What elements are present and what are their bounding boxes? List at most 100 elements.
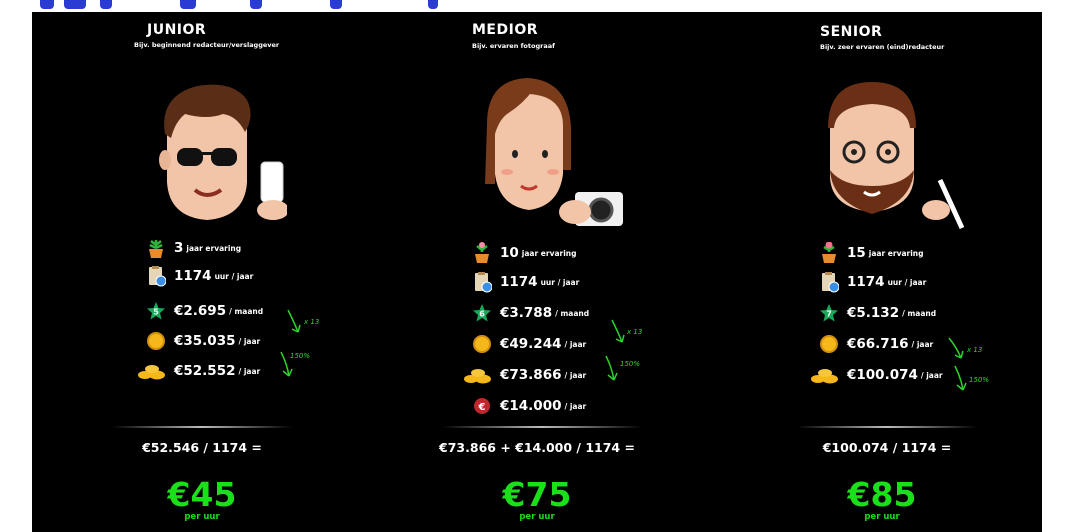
plant-icon [144,237,168,259]
column-title: MEDIOR [472,22,539,38]
column-medior: MEDIOR Bijv. ervaren fotograaf 10 jaar e… [362,12,707,532]
hourly-rate: €45 [167,475,237,514]
experience-value: 10 [500,245,519,261]
arrow-icon [605,355,618,381]
hours-value: 1174 [174,268,212,284]
header-fragment [180,0,196,9]
yearly-total-unit: / jaar [920,370,943,380]
star-badge-icon: 5 [144,300,168,322]
yearly-total-unit: / jaar [564,370,587,380]
rate-formula: €52.546 / 1174 = [142,440,262,455]
medior-avatar-illustration [485,78,623,226]
column-subtitle: Bijv. ervaren fotograaf [472,42,555,50]
clipboard-clock-icon [817,271,841,293]
monthly-unit: / maand [902,308,937,318]
hours-value: 1174 [500,274,538,290]
plant-icon [470,242,494,264]
euro-badge-icon: € [470,395,494,417]
coin-icon [817,333,841,355]
hours-row: 1174 uur / jaar [144,265,253,287]
yearly-row: €49.244 / jaar [470,333,586,355]
svg-text:5: 5 [153,308,159,317]
hourly-rate: €85 [847,475,917,514]
experience-row: 10 jaar ervaring [470,242,577,264]
yearly-salary: €35.035 [174,333,236,349]
yearly-salary: €49.244 [500,336,562,352]
percentage-note: 150% [969,376,990,384]
yearly-total: €100.074 [847,367,918,383]
coin-stack-icon [136,360,168,382]
hours-row: 1174 uur / jaar [817,271,926,293]
yearly-total: €52.552 [174,363,236,379]
hours-unit: uur / jaar [887,277,927,287]
header-fragment [250,0,262,9]
svg-text:€: € [478,402,486,413]
yearly-unit: / jaar [238,336,261,346]
star-badge-icon: 7 [817,302,841,324]
monthly-row: 6 €3.788 / maand [470,302,589,324]
svg-text:6: 6 [479,310,485,319]
junior-avatar-illustration [159,84,287,220]
header-fragment [40,0,54,9]
infographic-panel: JUNIOR Bijv. beginnend redacteur/verslag… [32,12,1042,532]
monthly-unit: / maand [229,306,264,316]
monthly-unit: / maand [555,308,590,318]
yearly-total-row: €73.866 / jaar [462,364,586,386]
hourly-rate-unit: per uur [864,512,900,522]
yearly-total-row: €100.074 / jaar [809,364,943,386]
monthly-salary: €2.695 [174,303,227,319]
coin-icon [144,330,168,352]
multiplier-note: x 13 [304,318,320,326]
monthly-salary: €5.132 [847,305,900,321]
hourly-rate: €75 [502,475,572,514]
clipboard-clock-icon [144,265,168,287]
yearly-total-row: €52.552 / jaar [136,360,260,382]
column-title: SENIOR [820,24,883,40]
multiplier-note: x 13 [627,328,643,336]
yearly-row: €35.035 / jaar [144,330,260,352]
coin-stack-icon [462,364,494,386]
header-fragment [100,0,112,9]
yearly-row: €66.716 / jaar [817,333,933,355]
column-senior: SENIOR Bijv. zeer ervaren (eind)redacteu… [707,12,1042,532]
clipboard-clock-icon [470,271,494,293]
hours-value: 1174 [847,274,885,290]
star-badge-icon: 6 [470,302,494,324]
divider [112,426,292,428]
header-fragment [428,0,438,9]
percentage-note: 150% [620,360,641,368]
yearly-salary: €66.716 [847,336,909,352]
rate-formula: €73.866 + €14.000 / 1174 = [439,440,635,455]
divider [442,426,642,428]
column-junior: JUNIOR Bijv. beginnend redacteur/verslag… [32,12,362,532]
hours-unit: uur / jaar [214,271,254,281]
yearly-unit: / jaar [911,339,934,349]
hourly-rate-unit: per uur [519,512,555,522]
divider [797,426,977,428]
column-title: JUNIOR [147,22,207,38]
header-strip [0,0,1069,12]
extra-row: € €14.000 / jaar [470,395,586,417]
extra-unit: / jaar [564,401,587,411]
column-subtitle: Bijv. zeer ervaren (eind)redacteur [820,43,945,51]
senior-avatar-illustration [828,82,965,230]
percentage-note: 150% [290,352,311,360]
yearly-total-unit: / jaar [238,366,261,376]
svg-text:7: 7 [826,310,832,319]
experience-value: 15 [847,245,866,261]
hours-unit: uur / jaar [540,277,580,287]
monthly-row: 7 €5.132 / maand [817,302,936,324]
yearly-total: €73.866 [500,367,562,383]
experience-value: 3 [174,240,184,256]
header-fragment [64,0,86,9]
experience-row: 15 jaar ervaring [817,242,924,264]
rate-formula: €100.074 / 1174 = [822,440,952,455]
coin-icon [470,333,494,355]
yearly-unit: / jaar [564,339,587,349]
experience-unit: jaar ervaring [186,243,242,253]
extra-amount: €14.000 [500,398,562,414]
monthly-salary: €3.788 [500,305,553,321]
column-subtitle: Bijv. beginnend redacteur/verslaggever [134,41,280,49]
plant-icon [817,242,841,264]
experience-unit: jaar ervaring [521,248,577,258]
